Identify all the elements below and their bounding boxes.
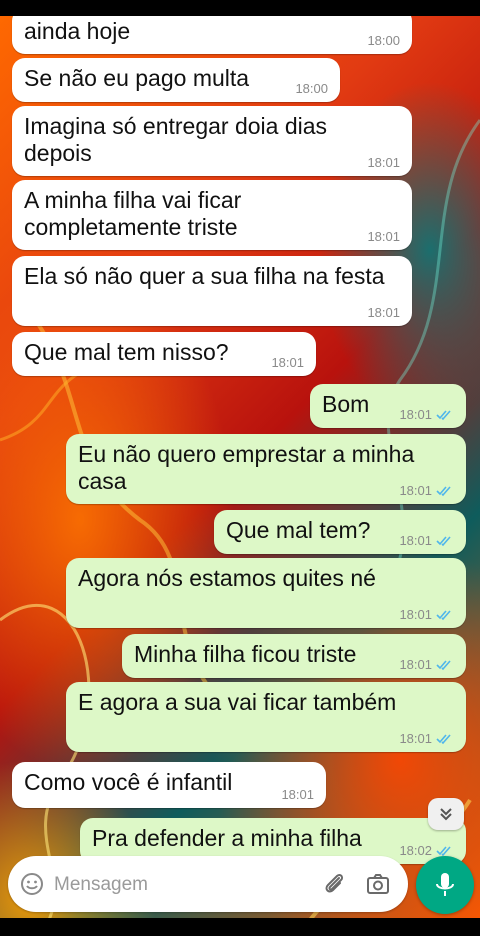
message-meta: 18:01 [367,156,400,170]
message-composer [8,856,408,912]
message-text: E agora a sua vai ficar também [78,689,397,715]
paperclip-icon [325,873,344,893]
message-time: 18:00 [295,81,328,96]
message-time: 18:01 [399,407,432,422]
message-time: 18:01 [367,229,400,244]
message-text: Se não eu pago multa [24,65,250,91]
message-time: 18:01 [271,355,304,370]
message-text: Agora nós estamos quites né [78,565,376,591]
double-check-icon [436,536,451,547]
message-meta: 18:01 [399,732,454,746]
message-time: 18:00 [367,33,400,48]
double-check-icon [436,410,451,421]
message-time: 18:01 [399,657,432,672]
message-bubble-incoming[interactable]: A minha filha vai ficar completamente tr… [12,180,412,250]
message-time: 18:01 [367,305,400,320]
message-meta: 18:01 [367,230,400,244]
camera-icon [367,874,389,894]
message-text: A minha filha vai ficar completamente tr… [24,187,242,240]
message-bubble-outgoing[interactable]: Bom 18:01 [310,384,466,428]
double-chevron-down-icon [440,808,452,821]
scroll-to-bottom-button[interactable] [428,798,464,830]
message-bubble-outgoing[interactable]: Agora nós estamos quites né 18:01 [66,558,466,628]
message-meta: 18:01 [281,788,314,802]
message-text: Que mal tem nisso? [24,339,229,365]
message-input[interactable] [52,866,306,904]
message-text: Ela só não quer a sua filha na festa [24,263,385,289]
message-bubble-outgoing[interactable]: E agora a sua vai ficar também 18:01 [66,682,466,752]
message-meta: 18:01 [399,484,454,498]
status-bar [0,0,480,16]
chat-screen: ainda hoje 18:00 Se não eu pago multa 18… [0,0,480,936]
message-meta: 18:00 [367,34,400,48]
emoji-button[interactable] [18,870,46,898]
message-time: 18:02 [399,843,432,858]
double-check-icon [436,734,451,745]
message-meta: 18:01 [399,534,454,548]
message-time: 18:01 [399,483,432,498]
message-bubble-incoming[interactable]: Se não eu pago multa 18:00 [12,58,340,102]
double-check-icon [436,486,451,497]
message-meta: 18:01 [399,408,454,422]
message-meta: 18:01 [271,356,304,370]
attach-button[interactable] [320,870,348,898]
message-time: 18:01 [399,607,432,622]
message-text: Eu não quero emprestar a minha casa [78,441,415,494]
message-meta: 18:01 [367,306,400,320]
message-time: 18:01 [399,533,432,548]
mic-icon [436,873,454,896]
message-text: ainda hoje [24,18,131,44]
camera-button[interactable] [364,870,392,898]
message-bubble-outgoing[interactable]: Minha filha ficou triste 18:01 [122,634,466,678]
message-bubble-incoming[interactable]: Ela só não quer a sua filha na festa 18:… [12,256,412,326]
message-meta: 18:00 [295,82,328,96]
emoji-icon [21,873,43,895]
message-time: 18:01 [367,155,400,170]
message-bubble-incoming[interactable]: Que mal tem nisso? 18:01 [12,332,316,376]
voice-message-button[interactable] [416,856,474,914]
message-time: 18:01 [281,787,314,802]
navigation-bar [0,918,480,936]
double-check-icon [436,610,451,621]
message-bubble-incoming[interactable]: Imagina só entregar doia dias depois 18:… [12,106,412,176]
message-text: Como você é infantil [24,769,233,795]
message-meta: 18:01 [399,658,454,672]
message-meta: 18:01 [399,608,454,622]
message-bubble-outgoing[interactable]: Que mal tem? 18:01 [214,510,466,554]
message-time: 18:01 [399,731,432,746]
double-check-icon [436,660,451,671]
message-text: Imagina só entregar doia dias depois [24,113,328,166]
message-bubble-incoming[interactable]: Como você é infantil 18:01 [12,762,326,808]
message-bubble-outgoing[interactable]: Eu não quero emprestar a minha casa 18:0… [66,434,466,504]
